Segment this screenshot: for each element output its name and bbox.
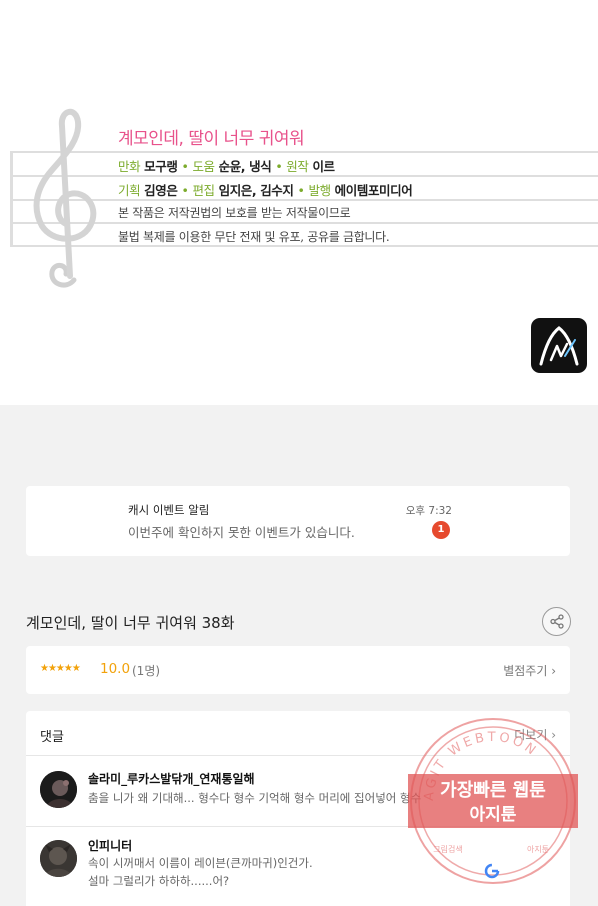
- credit-role: 기획: [118, 183, 141, 198]
- event-title: 캐시 이벤트 알림: [128, 503, 210, 517]
- rating-stars: ★★★★★: [40, 663, 81, 674]
- treble-clef-icon: [33, 109, 97, 288]
- rate-button[interactable]: 별점주기 ›: [503, 662, 556, 679]
- credit-role: 편집: [192, 183, 215, 198]
- staff-bar: [10, 151, 13, 247]
- comments-header: 댓글 더보기 ›: [26, 711, 570, 756]
- share-button[interactable]: [542, 607, 571, 636]
- credit-role: 도움: [192, 159, 215, 174]
- credit-name: 임지은, 김수지: [218, 183, 294, 198]
- comments-title: 댓글: [40, 730, 64, 745]
- credit-name: 에이템포미디어: [334, 183, 413, 198]
- comment-item[interactable]: 솔라미_루카스발닦개_연재통일해 춤을 니가 왜 기대해... 형수다 형수 기…: [26, 757, 570, 827]
- app-logo-icon[interactable]: [531, 318, 587, 373]
- separator-dot: •: [181, 183, 189, 198]
- rating-score: 10.0: [100, 661, 131, 677]
- separator-dot: •: [275, 159, 283, 174]
- event-notification-card[interactable]: 캐시 이벤트 알림 이번주에 확인하지 못한 이벤트가 있습니다. 오후 7:3…: [26, 486, 570, 556]
- event-time: 오후 7:32: [405, 505, 452, 517]
- copyright-notice-line1: 본 작품은 저작권법의 보호를 받는 저작물이므로: [118, 206, 351, 220]
- event-count-badge: 1: [432, 521, 450, 539]
- credit-role: 만화: [118, 159, 141, 174]
- share-icon: [550, 614, 564, 629]
- comments-more-button[interactable]: 더보기 ›: [514, 726, 556, 743]
- credit-name: 이르: [312, 159, 335, 174]
- credits-row-art: 만화 모구랭 • 도움 순윤, 냉식 • 원작 이르: [118, 156, 335, 175]
- separator-dot: •: [297, 183, 305, 198]
- separator-dot: •: [181, 159, 189, 174]
- comment-author[interactable]: 솔라미_루카스발닦개_연재통일해: [88, 770, 255, 787]
- credit-name: 순윤, 냉식: [218, 159, 272, 174]
- episode-title: 계모인데, 딸이 너무 귀여워 38화: [26, 614, 235, 632]
- rating-count: (1명): [132, 664, 161, 678]
- avatar: [40, 840, 77, 877]
- rating-card: ★★★★★ 10.0 (1명) 별점주기 ›: [26, 646, 570, 694]
- credit-role: 발행: [308, 183, 332, 198]
- credit-role: 원작: [286, 159, 309, 174]
- avatar: [40, 771, 77, 808]
- copyright-notice-line2: 불법 복제를 이용한 무단 전재 및 유포, 공유를 금합니다.: [118, 230, 390, 244]
- comment-text: 설마 그럴리가 하하하......어?: [88, 874, 230, 888]
- comment-item[interactable]: 인피니터 속이 시꺼매서 이름이 레이븐(큰까마귀)인건가. 설마 그럴리가 하…: [26, 827, 570, 897]
- credits-row-production: 기획 김영은 • 편집 임지은, 김수지 • 발행 에이템포미디어: [118, 180, 413, 199]
- credits-title: 계모인데, 딸이 너무 귀여워: [118, 129, 305, 149]
- event-message: 이번주에 확인하지 못한 이벤트가 있습니다.: [128, 525, 355, 540]
- credit-name: 모구랭: [144, 159, 178, 174]
- credits-panel: 계모인데, 딸이 너무 귀여워 만화 모구랭 • 도움 순윤, 냉식 • 원작 이르 기…: [0, 0, 598, 405]
- comments-section: 댓글 더보기 › 솔라미_루카스발닦개_연재통일해 춤을 니가 왜 기대해...…: [26, 711, 570, 906]
- credit-name: 김영은: [144, 183, 178, 198]
- comment-text: 춤을 니가 왜 기대해... 형수다 형수 기억해 형수 머리에 집어넣어 형수: [88, 791, 422, 805]
- comment-text: 속이 시꺼매서 이름이 레이븐(큰까마귀)인건가.: [88, 856, 313, 870]
- comment-author[interactable]: 인피니터: [88, 837, 132, 854]
